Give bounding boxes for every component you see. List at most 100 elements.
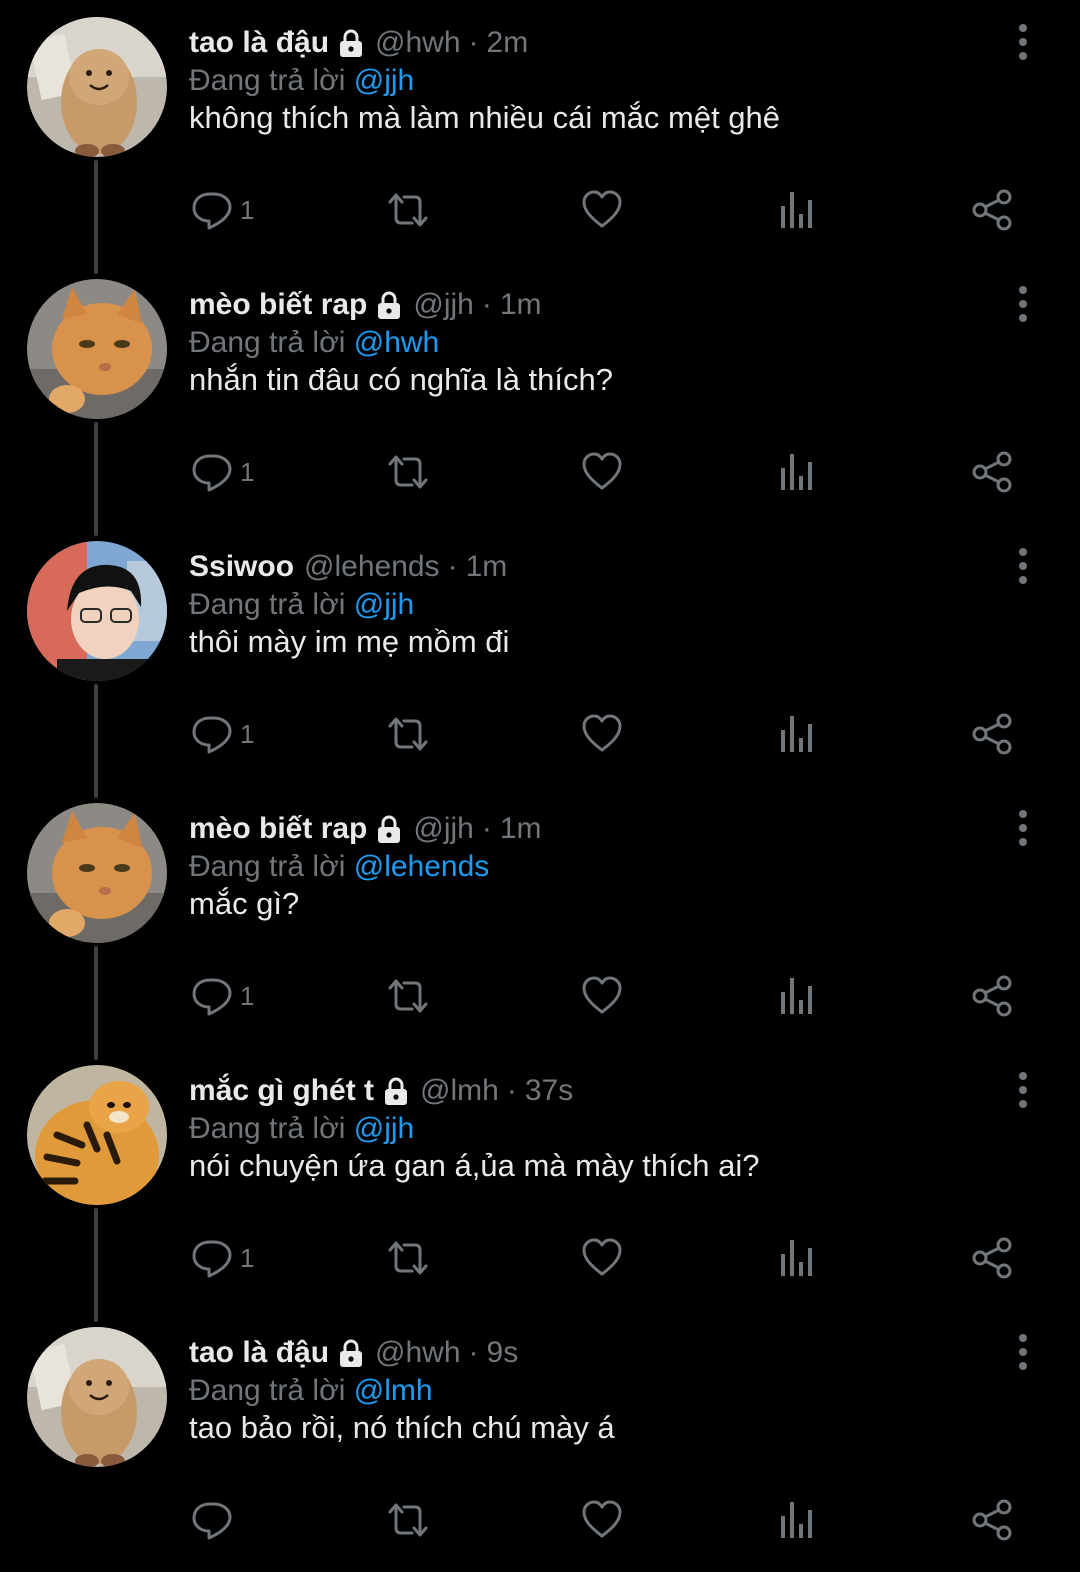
display-name[interactable]: Ssiwoo [189, 550, 294, 584]
reply-thread: tao là đậu @hwh · 2m Đang trả lời @jjh k… [0, 0, 1080, 1560]
tiger-plush-avatar[interactable] [27, 1065, 167, 1205]
views-icon [781, 1240, 812, 1276]
timestamp[interactable]: 2m [487, 26, 529, 60]
timestamp[interactable]: 37s [525, 1074, 573, 1108]
retweet-icon [388, 193, 428, 227]
user-handle[interactable]: @hwh [375, 1336, 461, 1370]
share-button[interactable] [970, 170, 1014, 250]
more-icon[interactable] [1008, 808, 1038, 848]
reply-button[interactable]: 1 [190, 956, 254, 1036]
tweet-text: nhắn tin đâu có nghĩa là thích? [189, 362, 613, 397]
separator-dot: · [506, 1074, 517, 1107]
more-icon[interactable] [1008, 284, 1038, 324]
share-icon [972, 1499, 1012, 1541]
more-icon[interactable] [1008, 1070, 1038, 1110]
retweet-button[interactable] [384, 1480, 432, 1560]
display-name[interactable]: mèo biết rap [189, 812, 367, 846]
retweet-button[interactable] [384, 432, 432, 512]
peanut-plush-avatar[interactable] [27, 1327, 167, 1467]
reply-button[interactable]: 1 [190, 170, 254, 250]
orange-cat-avatar[interactable] [27, 279, 167, 419]
replying-to-label: Đang trả lời [189, 588, 346, 621]
reply-count: 1 [240, 718, 255, 749]
user-handle[interactable]: @lmh [420, 1074, 499, 1108]
replying-to-label: Đang trả lời [189, 1374, 346, 1407]
orange-cat-avatar[interactable] [27, 803, 167, 943]
views-button[interactable] [778, 1480, 818, 1560]
reply-icon [192, 1240, 232, 1278]
like-button[interactable] [580, 170, 624, 250]
display-name[interactable]: tao là đậu [189, 26, 329, 60]
reply-target-link[interactable]: @lehends [354, 850, 490, 883]
tweet-text: mắc gì? [189, 886, 300, 921]
views-button[interactable] [778, 956, 818, 1036]
reply-target-link[interactable]: @jjh [354, 64, 414, 97]
retweet-button[interactable] [384, 170, 432, 250]
replying-to-label: Đang trả lời [189, 1112, 346, 1145]
share-button[interactable] [970, 432, 1014, 512]
display-name[interactable]: mắc gì ghét t [189, 1074, 374, 1108]
peanut-plush-avatar[interactable] [27, 17, 167, 157]
tweet[interactable]: Ssiwoo @lehends · 1m Đang trả lời @jjh t… [0, 524, 1080, 798]
share-button[interactable] [970, 1218, 1014, 1298]
tweet-actions [0, 1480, 1080, 1560]
views-button[interactable] [778, 170, 818, 250]
share-button[interactable] [970, 694, 1014, 774]
reply-button[interactable]: 1 [190, 694, 254, 774]
reply-target-link[interactable]: @hwh [354, 326, 440, 359]
tweet[interactable]: mèo biết rap @jjh · 1m Đang trả lời @hwh… [0, 262, 1080, 536]
person-glasses-avatar[interactable] [27, 541, 167, 681]
timestamp[interactable]: 1m [500, 812, 542, 846]
user-handle[interactable]: @hwh [375, 26, 461, 60]
replying-to: Đang trả lời @jjh [189, 64, 414, 98]
reply-target-link[interactable]: @lmh [354, 1374, 433, 1407]
like-button[interactable] [580, 1218, 624, 1298]
reply-button[interactable]: 1 [190, 432, 254, 512]
timestamp[interactable]: 1m [466, 550, 508, 584]
like-icon [582, 1500, 622, 1538]
display-name[interactable]: mèo biết rap [189, 288, 367, 322]
user-handle[interactable]: @jjh [413, 288, 473, 322]
share-button[interactable] [970, 1480, 1014, 1560]
views-button[interactable] [778, 1218, 818, 1298]
reply-button[interactable] [190, 1480, 240, 1560]
tweet[interactable]: tao là đậu @hwh · 2m Đang trả lời @jjh k… [0, 0, 1080, 274]
tweet-header: mèo biết rap @jjh · 1m [189, 282, 542, 328]
separator-dot: · [481, 812, 492, 845]
share-icon [972, 1237, 1012, 1279]
timestamp[interactable]: 1m [500, 288, 542, 322]
lock-icon [385, 1077, 408, 1105]
replying-to-label: Đang trả lời [189, 326, 346, 359]
user-handle[interactable]: @lehends [304, 550, 440, 584]
retweet-icon [388, 455, 428, 489]
tweet[interactable]: mèo biết rap @jjh · 1m Đang trả lời @leh… [0, 786, 1080, 1060]
like-button[interactable] [580, 694, 624, 774]
separator-dot: · [468, 1336, 479, 1369]
tweet-actions: 1 [0, 956, 1080, 1036]
more-icon[interactable] [1008, 22, 1038, 62]
tweet[interactable]: tao là đậu @hwh · 9s Đang trả lời @lmh t… [0, 1310, 1080, 1572]
replying-to: Đang trả lời @hwh [189, 326, 439, 360]
share-button[interactable] [970, 956, 1014, 1036]
retweet-button[interactable] [384, 956, 432, 1036]
more-icon[interactable] [1008, 546, 1038, 586]
retweet-icon [388, 979, 428, 1013]
reply-button[interactable]: 1 [190, 1218, 254, 1298]
display-name[interactable]: tao là đậu [189, 1336, 329, 1370]
user-handle[interactable]: @jjh [413, 812, 473, 846]
like-icon [582, 190, 622, 228]
views-button[interactable] [778, 694, 818, 774]
views-button[interactable] [778, 432, 818, 512]
like-button[interactable] [580, 432, 624, 512]
like-button[interactable] [580, 956, 624, 1036]
reply-target-link[interactable]: @jjh [354, 1112, 414, 1145]
tweet-actions: 1 [0, 1218, 1080, 1298]
retweet-button[interactable] [384, 694, 432, 774]
tweet[interactable]: mắc gì ghét t @lmh · 37s Đang trả lời @j… [0, 1048, 1080, 1322]
retweet-button[interactable] [384, 1218, 432, 1298]
replying-to: Đang trả lời @jjh [189, 1112, 414, 1146]
timestamp[interactable]: 9s [487, 1336, 519, 1370]
more-icon[interactable] [1008, 1332, 1038, 1372]
reply-target-link[interactable]: @jjh [354, 588, 414, 621]
like-button[interactable] [580, 1480, 624, 1560]
